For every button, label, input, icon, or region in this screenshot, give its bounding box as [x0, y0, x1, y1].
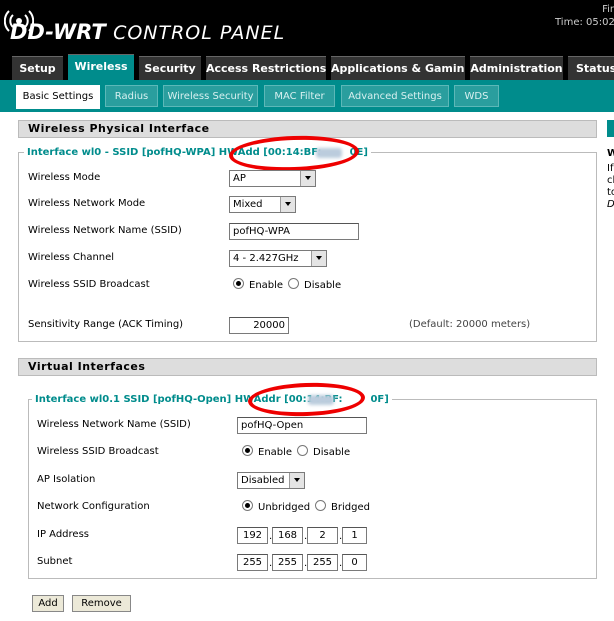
tab-administration[interactable]: Administration	[470, 56, 563, 80]
firmware-text: Fir	[602, 4, 614, 15]
tab-setup[interactable]: Setup	[12, 56, 63, 80]
tab-security[interactable]: Security	[139, 56, 201, 80]
sensitivity-label: Sensitivity Range (ACK Timing)	[28, 319, 184, 330]
ap-isolation-select[interactable]: Disabled	[237, 472, 305, 489]
unbridged-radio[interactable]	[242, 500, 253, 511]
virtual-broadcast-enable-radio[interactable]	[242, 445, 253, 456]
network-mode-select[interactable]: Mixed	[229, 196, 296, 213]
tab-access-restrictions[interactable]: Access Restrictions	[206, 56, 326, 80]
chevron-down-icon	[311, 251, 326, 266]
help-text-fragment: If	[607, 163, 614, 174]
legend-prefix: Interface wl0.1 SSID [pofHQ-Open] HWAddr	[35, 394, 281, 405]
subtab-wds[interactable]: WDS	[454, 85, 499, 107]
ssid-label: Wireless Network Name (SSID)	[28, 225, 182, 236]
header-bar: DD-WRT CONTROL PANEL Fir Time: 05:02:2	[0, 0, 614, 52]
tab-applications-gaming[interactable]: Applications & Gaming	[331, 56, 465, 80]
virtual-enable-label: Enable	[258, 447, 293, 458]
help-panel-title: W	[607, 148, 614, 159]
virtual-ssid-label: Wireless Network Name (SSID)	[37, 419, 191, 430]
logo: DD-WRT CONTROL PANEL	[10, 20, 285, 44]
add-button[interactable]: Add	[32, 595, 64, 612]
legend-prefix: Interface wl0 - SSID [pofHQ-WPA] HWAdd	[27, 147, 260, 158]
ip-octet-4[interactable]: 1	[342, 527, 367, 544]
ap-isolation-label: AP Isolation	[37, 474, 96, 485]
broadcast-disable-label: Disable	[304, 280, 342, 291]
help-text-fragment: to	[607, 187, 614, 198]
ap-isolation-value: Disabled	[241, 475, 285, 486]
subnet-octet-3[interactable]: 255	[307, 554, 338, 571]
ip-octet-2[interactable]: 168	[272, 527, 303, 544]
channel-value: 4 - 2.427GHz	[233, 253, 299, 264]
legend-mac-end: 0F]	[370, 394, 389, 405]
ip-octet-3[interactable]: 2	[307, 527, 338, 544]
ip-address-label: IP Address	[37, 529, 89, 540]
network-mode-value: Mixed	[233, 199, 263, 210]
channel-select[interactable]: 4 - 2.427GHz	[229, 250, 327, 267]
network-config-label: Network Configuration	[37, 501, 150, 512]
logo-brand: DD-WRT	[10, 20, 106, 44]
bridged-radio[interactable]	[315, 500, 326, 511]
subtab-wireless-security[interactable]: Wireless Security	[163, 85, 258, 107]
wireless-mode-value: AP	[233, 173, 246, 184]
subnet-octet-4[interactable]: 0	[342, 554, 367, 571]
chevron-down-icon	[300, 171, 315, 186]
logo-subtitle: CONTROL PANEL	[113, 22, 286, 44]
chevron-down-icon	[289, 473, 304, 488]
time-text: Time: 05:02:2	[555, 17, 614, 28]
ssid-input[interactable]: pofHQ-WPA	[229, 223, 359, 240]
wireless-mode-select[interactable]: AP	[229, 170, 316, 187]
channel-label: Wireless Channel	[28, 252, 115, 263]
chevron-down-icon	[280, 197, 295, 212]
subtab-advanced-settings[interactable]: Advanced Settings	[341, 85, 449, 107]
broadcast-enable-label: Enable	[249, 280, 284, 291]
help-text-fragment: D	[607, 199, 614, 210]
unbridged-label: Unbridged	[258, 502, 311, 513]
tab-status[interactable]: Status	[568, 56, 614, 80]
sensitivity-input[interactable]: 20000	[229, 317, 289, 334]
main-tab-bar: Setup Wireless Security Access Restricti…	[0, 52, 614, 80]
section-title-virtual: Virtual Interfaces	[18, 358, 597, 376]
subtab-mac-filter[interactable]: MAC Filter	[264, 85, 335, 107]
subnet-label: Subnet	[37, 556, 73, 567]
sensitivity-default-text: (Default: 20000 meters)	[409, 319, 531, 330]
broadcast-enable-radio[interactable]	[233, 278, 244, 289]
subtab-radius[interactable]: Radius	[105, 85, 158, 107]
broadcast-disable-radio[interactable]	[288, 278, 299, 289]
help-text-fragment: ch	[607, 175, 614, 186]
tab-wireless[interactable]: Wireless	[68, 54, 134, 80]
ip-octet-1[interactable]: 192	[237, 527, 268, 544]
virtual-ssid-input[interactable]: pofHQ-Open	[237, 417, 367, 434]
subnet-octet-2[interactable]: 255	[272, 554, 303, 571]
virtual-broadcast-label: Wireless SSID Broadcast	[37, 446, 159, 457]
wireless-mode-label: Wireless Mode	[28, 172, 101, 183]
remove-button[interactable]: Remove	[72, 595, 131, 612]
sub-tab-bar: Basic Settings Radius Wireless Security …	[0, 80, 614, 112]
network-mode-label: Wireless Network Mode	[28, 198, 146, 209]
ssid-broadcast-label: Wireless SSID Broadcast	[28, 279, 150, 290]
subtab-basic-settings[interactable]: Basic Settings	[16, 85, 100, 109]
subnet-octet-1[interactable]: 255	[237, 554, 268, 571]
help-panel-header	[607, 120, 614, 137]
bridged-label: Bridged	[331, 502, 370, 513]
virtual-broadcast-disable-radio[interactable]	[297, 445, 308, 456]
virtual-disable-label: Disable	[313, 447, 351, 458]
